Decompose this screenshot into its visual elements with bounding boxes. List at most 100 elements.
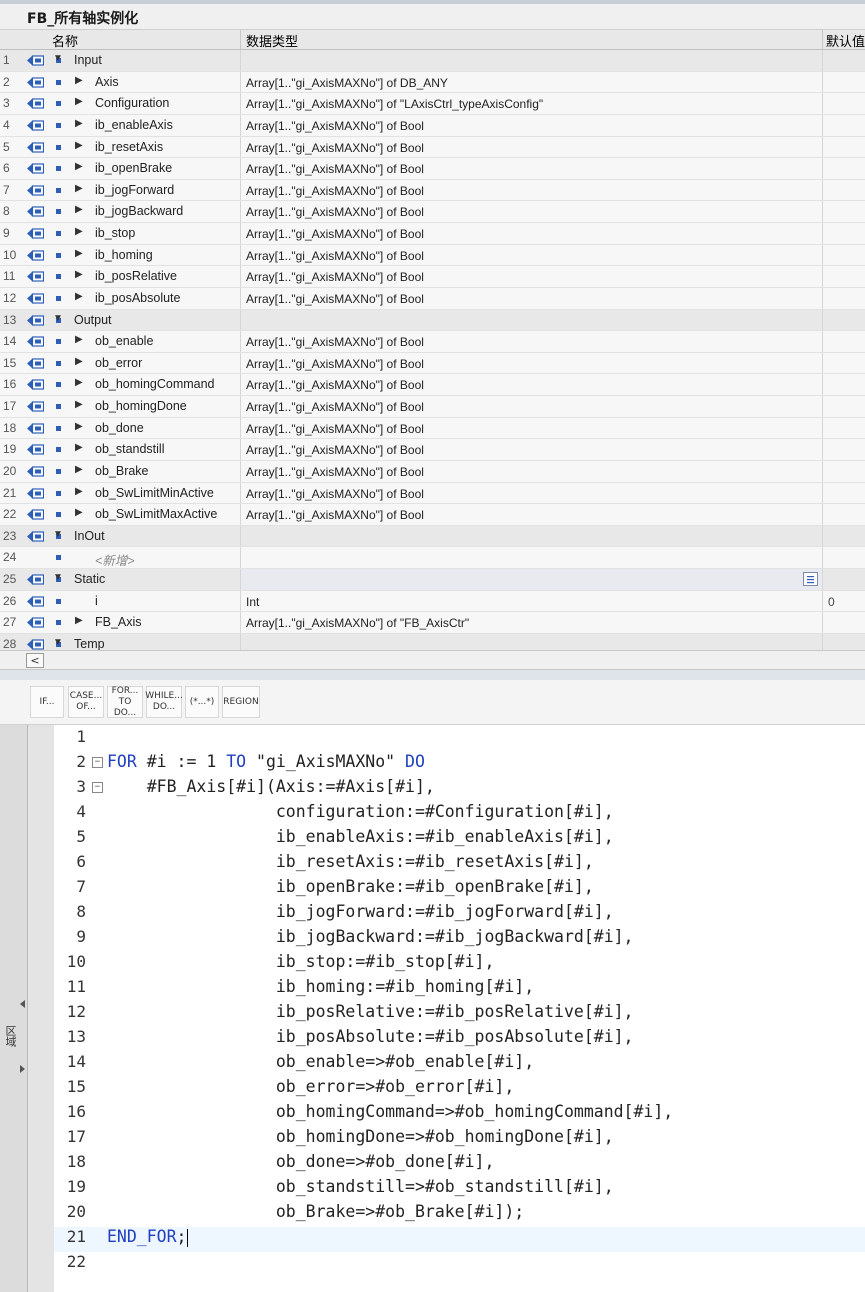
code-line[interactable]: 8 ib_jogForward:=#ib_jogForward[#i], xyxy=(54,902,865,927)
interface-row[interactable]: 9 ▶ ib_stop Array[1.."gi_AxisMAXNo"] of Boo… xyxy=(0,223,865,245)
code-text[interactable]: ob_error=>#ob_error[#i], xyxy=(107,1077,514,1096)
parameter-data-type[interactable]: Array[1.."gi_AxisMAXNo"] of Bool xyxy=(246,270,424,284)
parameter-name[interactable]: ib_jogBackward xyxy=(95,204,183,218)
code-line[interactable]: 7 ib_openBrake:=#ib_openBrake[#i], xyxy=(54,877,865,902)
code-line[interactable]: 6 ib_resetAxis:=#ib_resetAxis[#i], xyxy=(54,852,865,877)
pane-splitter[interactable] xyxy=(0,670,865,680)
insert-for-button[interactable]: FOR... TO DO... xyxy=(107,686,143,718)
type-cell-selected[interactable] xyxy=(241,569,822,590)
interface-row[interactable]: 7 ▶ ib_jogForward Array[1.."gi_AxisMAXNo"] … xyxy=(0,179,865,202)
interface-row[interactable]: 2 ▶ Axis Array[1.."gi_AxisMAXNo"] of DB_ANY xyxy=(0,71,865,94)
code-text[interactable]: ob_standstill=>#ob_standstill[#i], xyxy=(107,1177,614,1196)
parameter-data-type[interactable]: Array[1.."gi_AxisMAXNo"] of "LAxisCtrl_t… xyxy=(246,97,543,111)
parameter-name[interactable]: ob_homingCommand xyxy=(95,377,215,391)
interface-row[interactable]: 15 ▶ ob_error Array[1.."gi_AxisMAXNo"] of B… xyxy=(0,352,865,375)
parameter-name[interactable]: ob_homingDone xyxy=(95,399,187,413)
column-header-type[interactable]: 数据类型 xyxy=(246,31,298,50)
parameter-name[interactable]: Temp xyxy=(74,637,105,650)
code-text[interactable]: FOR #i := 1 TO "gi_AxisMAXNo" DO xyxy=(107,752,425,771)
collapsed-triangle-icon[interactable]: ▶ xyxy=(75,615,83,626)
code-line[interactable]: 18 ob_done=>#ob_done[#i], xyxy=(54,1152,865,1177)
insert-case-button[interactable]: CASE... OF... xyxy=(68,686,104,718)
fold-toggle-icon[interactable]: − xyxy=(92,782,103,793)
interface-row[interactable]: 12 ▶ ib_posAbsolute Array[1.."gi_AxisMAXNo"… xyxy=(0,287,865,310)
code-text[interactable]: END_FOR; xyxy=(107,1227,189,1247)
collapsed-triangle-icon[interactable]: ▶ xyxy=(75,161,83,172)
scl-code-editor[interactable]: 1 2− FOR #i := 1 TO "gi_AxisMAXNo" DO 3− #F… xyxy=(54,725,865,1292)
parameter-data-type[interactable]: Array[1.."gi_AxisMAXNo"] of Bool xyxy=(246,508,424,522)
interface-row[interactable]: 5 ▶ ib_resetAxis Array[1.."gi_AxisMAXNo"] o… xyxy=(0,136,865,159)
parameter-data-type[interactable]: Array[1.."gi_AxisMAXNo"] of Bool xyxy=(246,141,424,155)
parameter-data-type[interactable]: Array[1.."gi_AxisMAXNo"] of Bool xyxy=(246,465,424,479)
expanded-triangle-icon[interactable]: ▼ xyxy=(53,572,63,583)
expanded-triangle-icon[interactable]: ▼ xyxy=(53,529,63,540)
code-line[interactable]: 15 ob_error=>#ob_error[#i], xyxy=(54,1077,865,1102)
collapsed-triangle-icon[interactable]: ▶ xyxy=(75,226,83,237)
parameter-name[interactable]: ob_Brake xyxy=(95,464,149,478)
parameter-name[interactable]: ob_SwLimitMaxActive xyxy=(95,507,217,521)
parameter-data-type[interactable]: Array[1.."gi_AxisMAXNo"] of Bool xyxy=(246,292,424,306)
parameter-name[interactable]: InOut xyxy=(74,529,105,543)
insert-if-button[interactable]: IF... xyxy=(30,686,64,718)
interface-row[interactable]: 3 ▶ Configuration Array[1.."gi_AxisMAXNo"] … xyxy=(0,93,865,115)
parameter-data-type[interactable]: Array[1.."gi_AxisMAXNo"] of Bool xyxy=(246,227,424,241)
code-line[interactable]: 17 ob_homingDone=>#ob_homingDone[#i], xyxy=(54,1127,865,1152)
code-text[interactable]: ob_homingDone=>#ob_homingDone[#i], xyxy=(107,1127,614,1146)
insert-comment-button[interactable]: (*...*) xyxy=(185,686,219,718)
parameter-data-type[interactable]: Int xyxy=(246,595,259,609)
interface-section-row[interactable]: 1 ▼ Input xyxy=(0,50,865,72)
parameter-name[interactable]: FB_Axis xyxy=(95,615,142,629)
parameter-name[interactable]: ib_posAbsolute xyxy=(95,291,180,305)
collapsed-triangle-icon[interactable]: ▶ xyxy=(75,399,83,410)
collapsed-triangle-icon[interactable]: ▶ xyxy=(75,356,83,367)
interface-row[interactable]: 16 ▶ ob_homingCommand Array[1.."gi_AxisMAXN… xyxy=(0,374,865,396)
code-text[interactable]: configuration:=#Configuration[#i], xyxy=(107,802,614,821)
expanded-triangle-icon[interactable]: ▼ xyxy=(53,313,63,324)
expanded-triangle-icon[interactable]: ▼ xyxy=(53,637,63,648)
parameter-data-type[interactable]: Array[1.."gi_AxisMAXNo"] of Bool xyxy=(246,487,424,501)
collapsed-triangle-icon[interactable]: ▶ xyxy=(75,140,83,151)
code-text[interactable]: ib_jogForward:=#ib_jogForward[#i], xyxy=(107,902,614,921)
collapsed-triangle-icon[interactable]: ▶ xyxy=(75,421,83,432)
code-line[interactable]: 3− #FB_Axis[#i](Axis:=#Axis[#i], xyxy=(54,777,865,802)
parameter-data-type[interactable]: Array[1.."gi_AxisMAXNo"] of Bool xyxy=(246,119,424,133)
parameter-name[interactable]: Output xyxy=(74,313,112,327)
interface-section-row[interactable]: 13 ▼ Output xyxy=(0,309,865,332)
interface-row[interactable]: 11 ▶ ib_posRelative Array[1.."gi_AxisMAXNo"… xyxy=(0,266,865,288)
collapse-arrow-icon[interactable] xyxy=(20,1000,25,1008)
collapsed-triangle-icon[interactable]: ▶ xyxy=(75,204,83,215)
code-text[interactable]: ib_resetAxis:=#ib_resetAxis[#i], xyxy=(107,852,594,871)
code-line[interactable]: 12 ib_posRelative:=#ib_posRelative[#i], xyxy=(54,1002,865,1027)
code-line[interactable]: 4 configuration:=#Configuration[#i], xyxy=(54,802,865,827)
parameter-name[interactable]: ib_posRelative xyxy=(95,269,177,283)
code-text[interactable]: ib_jogBackward:=#ib_jogBackward[#i], xyxy=(107,927,634,946)
parameter-default-value[interactable]: 0 xyxy=(828,595,835,609)
interface-section-row[interactable]: 28 ▼ Temp xyxy=(0,633,865,650)
region-side-panel[interactable]: 区域 xyxy=(0,725,28,1292)
parameter-data-type[interactable]: Array[1.."gi_AxisMAXNo"] of Bool xyxy=(246,249,424,263)
collapsed-triangle-icon[interactable]: ▶ xyxy=(75,377,83,388)
column-header-name[interactable]: 名称 xyxy=(52,31,78,50)
interface-row[interactable]: 27 ▶ FB_Axis Array[1.."gi_AxisMAXNo"] of "F… xyxy=(0,612,865,634)
interface-row[interactable]: 26 i Int 0 xyxy=(0,590,865,613)
code-line[interactable]: 20 ob_Brake=>#ob_Brake[#i]); xyxy=(54,1202,865,1227)
expanded-triangle-icon[interactable]: ▼ xyxy=(53,53,63,64)
code-line[interactable]: 13 ib_posAbsolute:=#ib_posAbsolute[#i], xyxy=(54,1027,865,1052)
code-text[interactable]: ob_enable=>#ob_enable[#i], xyxy=(107,1052,534,1071)
code-text[interactable]: ob_done=>#ob_done[#i], xyxy=(107,1152,495,1171)
code-line[interactable]: 16 ob_homingCommand=>#ob_homingCommand[#… xyxy=(54,1102,865,1127)
parameter-data-type[interactable]: Array[1.."gi_AxisMAXNo"] of DB_ANY xyxy=(246,76,448,90)
parameter-data-type[interactable]: Array[1.."gi_AxisMAXNo"] of Bool xyxy=(246,400,424,414)
parameter-name[interactable]: ob_enable xyxy=(95,334,153,348)
insert-while-button[interactable]: WHILE... DO... xyxy=(145,686,183,718)
parameter-name[interactable]: Static xyxy=(74,572,105,586)
parameter-data-type[interactable]: Array[1.."gi_AxisMAXNo"] of Bool xyxy=(246,422,424,436)
code-line[interactable]: 1 xyxy=(54,727,865,752)
interface-row[interactable]: 17 ▶ ob_homingDone Array[1.."gi_AxisMAXNo"]… xyxy=(0,396,865,418)
parameter-name[interactable]: Input xyxy=(74,53,102,67)
parameter-name[interactable]: ib_stop xyxy=(95,226,135,240)
insert-region-button[interactable]: REGION xyxy=(222,686,260,718)
parameter-data-type[interactable]: Array[1.."gi_AxisMAXNo"] of Bool xyxy=(246,378,424,392)
parameter-name[interactable]: ob_error xyxy=(95,356,142,370)
interface-row[interactable]: 20 ▶ ob_Brake Array[1.."gi_AxisMAXNo"] of B… xyxy=(0,460,865,483)
